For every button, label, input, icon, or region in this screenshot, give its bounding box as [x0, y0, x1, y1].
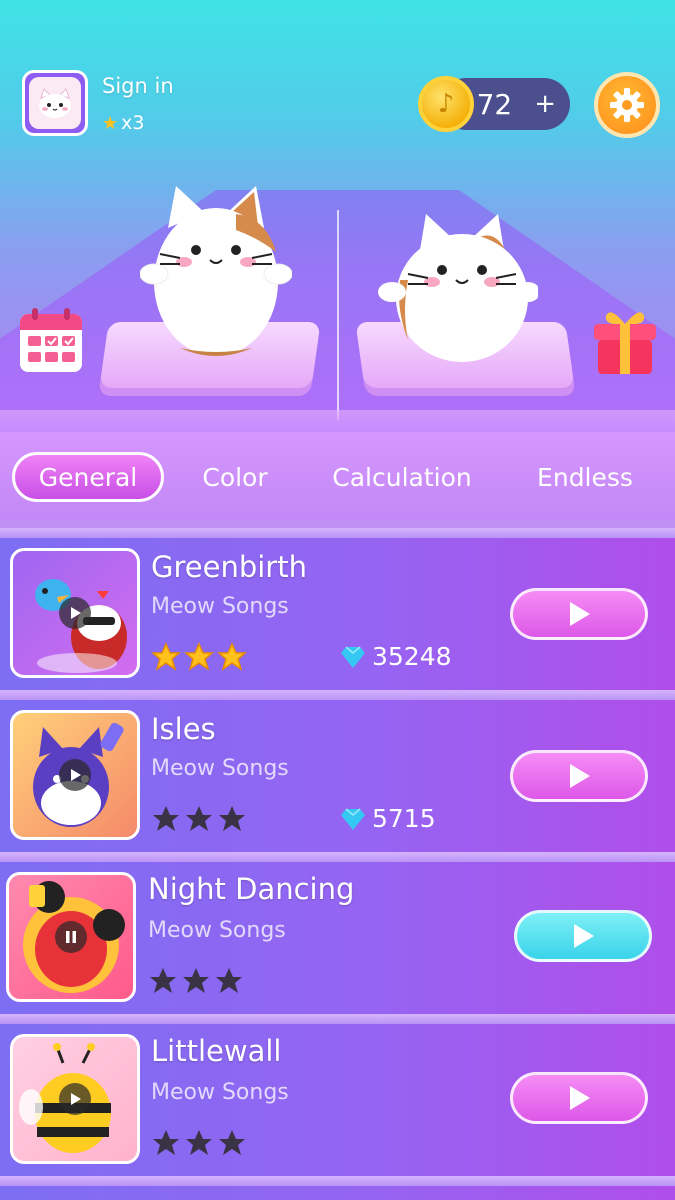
play-icon: [570, 602, 590, 626]
play-button[interactable]: [510, 1072, 648, 1124]
play-button[interactable]: [510, 750, 648, 802]
song-cover[interactable]: [10, 548, 140, 678]
play-icon: [574, 924, 594, 948]
row-separator: [0, 690, 675, 700]
song-title: Littlewall: [151, 1034, 282, 1068]
stage-divider: [337, 210, 339, 420]
cat-character-right: [378, 214, 538, 362]
coin-value: 72: [476, 87, 513, 121]
avatar-cat-face: [29, 77, 81, 129]
gift-icon[interactable]: [592, 306, 658, 376]
tab-calculation[interactable]: Calculation: [316, 452, 488, 502]
preview-play-icon[interactable]: [59, 759, 91, 791]
tab-color[interactable]: Color: [186, 452, 284, 502]
star-empty-icon: [216, 968, 242, 993]
star-filled-icon: [151, 642, 181, 671]
preview-play-icon[interactable]: [59, 1083, 91, 1115]
settings-button[interactable]: [594, 72, 660, 138]
row-separator: [0, 1014, 675, 1024]
tab-endless[interactable]: Endless: [522, 452, 648, 502]
star-rating: [151, 1128, 247, 1158]
song-row[interactable]: Isles Meow Songs 5715: [0, 700, 675, 852]
play-icon: [570, 1086, 590, 1110]
diamond-icon: [341, 645, 365, 668]
song-title: Night Dancing: [148, 872, 355, 906]
star-filled-icon: [217, 642, 247, 671]
hero-banner: Sign in ★ x3 72 + ♪: [0, 0, 675, 432]
gem-score-value: 35248: [372, 642, 452, 671]
gear-icon: [610, 88, 644, 122]
song-artist: Meow Songs: [148, 918, 286, 943]
song-cover[interactable]: [6, 872, 136, 1002]
star-empty-icon: [153, 1130, 179, 1155]
star-rating: [151, 804, 247, 834]
song-artist: Meow Songs: [151, 594, 289, 619]
song-artist: Meow Songs: [151, 1080, 289, 1105]
song-artist: Meow Songs: [151, 756, 289, 781]
star-empty-icon: [219, 1130, 245, 1155]
gem-score: 35248: [340, 642, 452, 671]
star-empty-icon: [153, 806, 179, 831]
gem-score: 5715: [340, 804, 436, 833]
diamond-icon: [341, 807, 365, 830]
star-empty-icon: [219, 806, 245, 831]
song-cover[interactable]: [10, 710, 140, 840]
play-icon: [570, 764, 590, 788]
star-icon: ★: [102, 112, 119, 134]
song-row[interactable]: [0, 1186, 675, 1200]
stage-edge: [0, 410, 675, 432]
song-row[interactable]: Greenbirth Meow Songs 35248: [0, 538, 675, 690]
preview-pause-icon[interactable]: [55, 921, 87, 953]
song-list: Greenbirth Meow Songs 35248 Isles Meow S…: [0, 520, 675, 1200]
cat-character-left: [140, 186, 292, 356]
profile-avatar[interactable]: [22, 70, 88, 136]
row-separator: [0, 852, 675, 862]
star-empty-icon: [183, 968, 209, 993]
gem-score-value: 5715: [372, 804, 436, 833]
tab-general[interactable]: General: [12, 452, 164, 502]
song-title: Greenbirth: [151, 550, 307, 584]
calendar-icon[interactable]: [18, 308, 84, 374]
star-empty-icon: [186, 806, 212, 831]
preview-play-icon[interactable]: [59, 597, 91, 629]
song-row[interactable]: Night Dancing Meow Songs: [0, 862, 675, 1014]
star-count: ★ x3: [102, 112, 144, 134]
star-empty-icon: [186, 1130, 212, 1155]
star-empty-icon: [150, 968, 176, 993]
star-filled-icon: [184, 642, 214, 671]
cat-face-icon: [39, 88, 71, 118]
row-separator: [0, 528, 675, 538]
add-coins-button[interactable]: +: [534, 89, 556, 119]
song-title: Isles: [151, 712, 216, 746]
star-rating: [148, 966, 244, 996]
sign-in-label[interactable]: Sign in: [102, 74, 174, 98]
music-coin-icon: ♪: [418, 76, 474, 132]
star-count-value: x3: [121, 112, 145, 134]
song-cover[interactable]: [10, 1034, 140, 1164]
play-button[interactable]: [514, 910, 652, 962]
row-separator: [0, 1176, 675, 1186]
star-rating: [151, 642, 247, 672]
song-row[interactable]: Littlewall Meow Songs: [0, 1024, 675, 1176]
play-button[interactable]: [510, 588, 648, 640]
